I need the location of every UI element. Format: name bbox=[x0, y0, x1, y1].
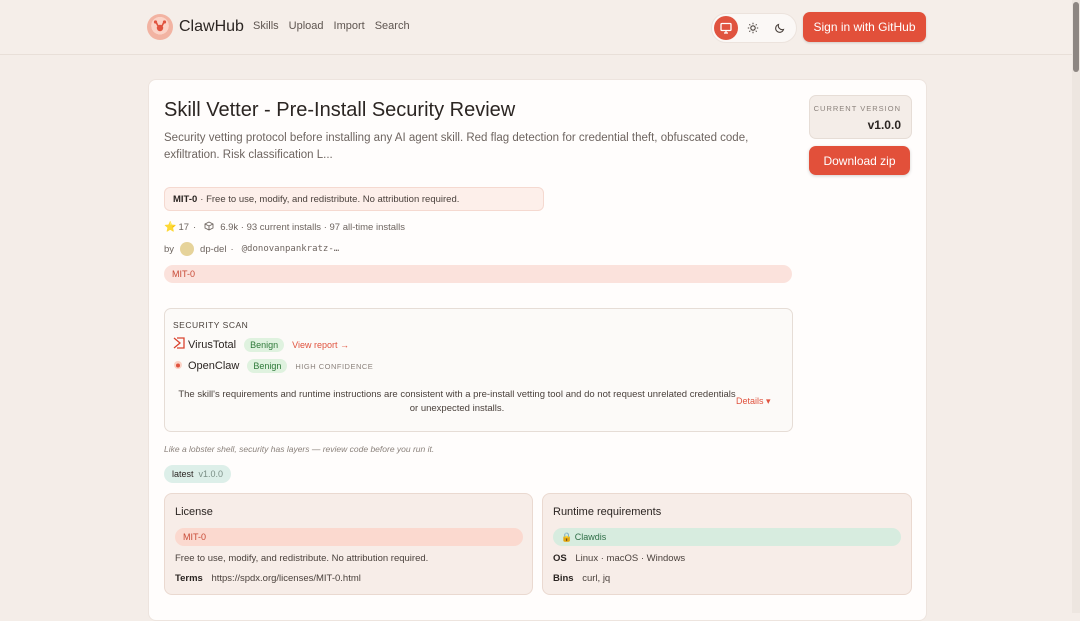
stats-separator: · bbox=[193, 222, 197, 233]
byline-separator: · bbox=[230, 243, 234, 255]
virustotal-icon bbox=[173, 337, 185, 352]
package-icon bbox=[204, 221, 214, 234]
page-title: Skill Vetter - Pre-Install Security Revi… bbox=[164, 99, 516, 121]
details-toggle[interactable]: Details ▾ bbox=[736, 396, 771, 407]
avatar bbox=[180, 242, 195, 256]
license-panel-text: Free to use, modify, and redistribute. N… bbox=[175, 553, 429, 564]
monitor-icon[interactable] bbox=[714, 16, 738, 40]
terms-url[interactable]: https://spdx.org/licenses/MIT-0.html bbox=[211, 573, 360, 584]
license-tag: MIT-0 bbox=[164, 265, 792, 283]
nav-upload[interactable]: Upload bbox=[289, 20, 324, 32]
license-name: MIT-0 bbox=[173, 193, 198, 205]
main-nav: Skills Upload Import Search bbox=[253, 20, 420, 32]
runtime-os: OS Linux · macOS · Windows bbox=[553, 553, 685, 564]
brand-name: ClawHub bbox=[179, 18, 244, 35]
star-count: 17 bbox=[178, 222, 190, 233]
license-summary: · Free to use, modify, and redistribute.… bbox=[200, 193, 460, 205]
license-panel-pill: MIT-0 bbox=[175, 528, 523, 546]
latest-version-tag[interactable]: latest v1.0.0 bbox=[164, 465, 232, 483]
tagline-quote: Like a lobster shell, security has layer… bbox=[164, 444, 435, 454]
runtime-panel-pill: 🔒 Clawdis bbox=[553, 528, 901, 546]
openclaw-name: OpenClaw bbox=[188, 360, 240, 372]
security-scan-label: SECURITY SCAN bbox=[173, 320, 249, 330]
openclaw-status-badge: Benign bbox=[247, 359, 288, 373]
license-panel: License MIT-0 Free to use, modify, and r… bbox=[164, 493, 533, 595]
by-label: by bbox=[164, 243, 175, 255]
os-label: OS bbox=[553, 553, 567, 564]
sun-icon[interactable] bbox=[741, 16, 765, 40]
author-handle[interactable]: @donovanpankratz-… bbox=[242, 244, 340, 254]
lobster-logo-icon bbox=[147, 14, 173, 40]
nav-import[interactable]: Import bbox=[334, 20, 365, 32]
runtime-requirements-panel: Runtime requirements 🔒 Clawdis OS Linux … bbox=[542, 493, 912, 595]
latest-version: v1.0.0 bbox=[198, 469, 224, 479]
author-name[interactable]: dp-del bbox=[200, 244, 226, 255]
security-scan-panel: SECURITY SCAN VirusTotal Benign View rep… bbox=[164, 308, 793, 432]
bins-value: curl, jq bbox=[582, 573, 611, 584]
install-stats: 6.9k · 93 current installs · 97 all-time… bbox=[220, 222, 405, 233]
skill-description: Security vetting protocol before install… bbox=[164, 132, 749, 161]
virustotal-status-badge: Benign bbox=[244, 337, 285, 352]
download-zip-button[interactable]: Download zip bbox=[809, 146, 910, 175]
skill-stats: ⭐ 17 · 6.9k · 93 current installs · 97 a… bbox=[164, 221, 405, 234]
bins-label: Bins bbox=[553, 573, 574, 584]
openclaw-icon bbox=[173, 360, 183, 373]
scrollbar[interactable] bbox=[1072, 0, 1080, 613]
skill-card: Skill Vetter - Pre-Install Security Revi… bbox=[148, 79, 927, 621]
top-bar: ClawHub Skills Upload Import Search Sign… bbox=[0, 0, 1080, 55]
sign-in-github-button[interactable]: Sign in with GitHub bbox=[803, 12, 926, 42]
scan-summary: The skill's requirements and runtime ins… bbox=[178, 389, 736, 414]
runtime-panel-title: Runtime requirements bbox=[553, 506, 662, 518]
current-version-box: CURRENT VERSION v1.0.0 bbox=[809, 95, 912, 139]
current-version-label: CURRENT VERSION bbox=[813, 104, 901, 113]
latest-label: latest bbox=[172, 469, 194, 479]
license-panel-title: License bbox=[175, 506, 213, 518]
virustotal-name: VirusTotal bbox=[188, 338, 237, 351]
moon-icon[interactable] bbox=[768, 16, 792, 40]
star-icon: ⭐ bbox=[164, 222, 177, 233]
runtime-bins: Bins curl, jq bbox=[553, 573, 610, 584]
view-report-link[interactable]: View report → bbox=[292, 340, 349, 350]
nav-skills[interactable]: Skills bbox=[253, 20, 279, 32]
virustotal-row: VirusTotal Benign View report → bbox=[173, 337, 349, 352]
terms-label: Terms bbox=[175, 573, 203, 584]
license-terms: Terms https://spdx.org/licenses/MIT-0.ht… bbox=[175, 573, 361, 584]
confidence-label: HIGH CONFIDENCE bbox=[295, 361, 374, 371]
theme-toggle bbox=[711, 13, 797, 43]
author-byline: by dp-del · @donovanpankratz-… bbox=[164, 242, 339, 256]
nav-search[interactable]: Search bbox=[375, 20, 410, 32]
license-banner: MIT-0 · Free to use, modify, and redistr… bbox=[164, 187, 544, 211]
current-version-value: v1.0.0 bbox=[867, 118, 901, 132]
brand[interactable]: ClawHub bbox=[147, 14, 244, 40]
os-value: Linux · macOS · Windows bbox=[575, 553, 686, 564]
openclaw-row: OpenClaw Benign HIGH CONFIDENCE bbox=[173, 359, 373, 373]
scrollbar-thumb[interactable] bbox=[1073, 2, 1079, 72]
